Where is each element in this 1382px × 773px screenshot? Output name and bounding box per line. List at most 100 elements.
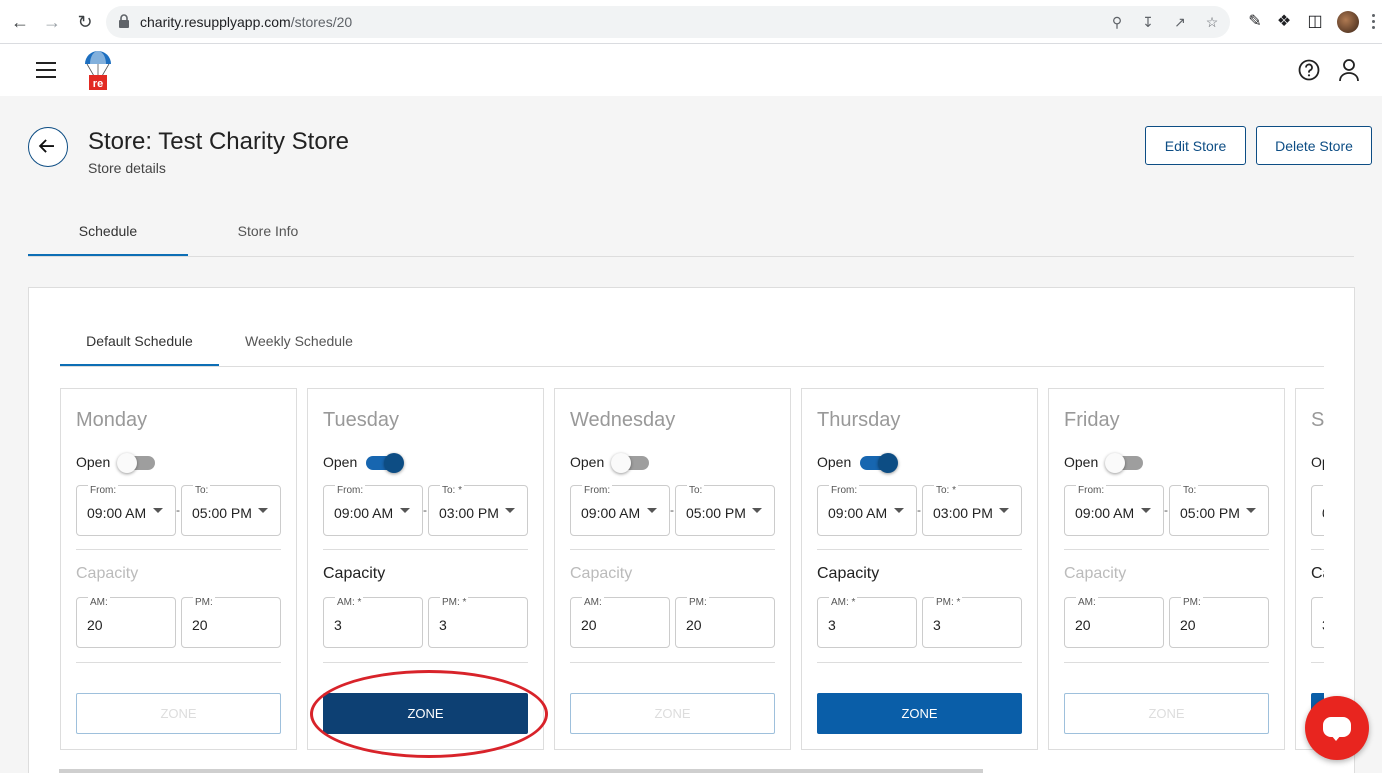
day-card-tuesday: Tuesday Open From: 09:00 AM - To: * 03:0… bbox=[307, 388, 544, 750]
zone-button[interactable]: ZONE bbox=[76, 693, 281, 734]
from-time-select[interactable]: F 0 bbox=[1311, 485, 1324, 536]
capacity-label: Capacity bbox=[817, 565, 880, 582]
pm-label: PM: bbox=[687, 597, 709, 608]
divider bbox=[323, 549, 528, 550]
from-time-select[interactable]: From: 09:00 AM bbox=[323, 485, 423, 536]
key-icon[interactable]: ⚲ bbox=[1108, 13, 1126, 31]
am-capacity-input[interactable]: AM: 20 bbox=[76, 597, 176, 648]
to-time-select[interactable]: To: * 03:00 PM bbox=[922, 485, 1022, 536]
to-label: To: bbox=[687, 485, 705, 496]
edit-store-button[interactable]: Edit Store bbox=[1145, 126, 1246, 165]
open-toggle[interactable] bbox=[1105, 453, 1143, 473]
am-label: AM: bbox=[582, 597, 604, 608]
time-separator: - bbox=[670, 503, 674, 517]
delete-store-button[interactable]: Delete Store bbox=[1256, 126, 1372, 165]
time-separator: - bbox=[917, 503, 921, 517]
horizontal-scrollbar[interactable] bbox=[59, 769, 983, 773]
open-label: Open bbox=[570, 454, 605, 470]
install-icon[interactable]: ↧ bbox=[1139, 13, 1157, 31]
am-capacity-input[interactable]: AM: * 3 bbox=[817, 597, 917, 648]
divider bbox=[76, 549, 281, 550]
chat-button[interactable] bbox=[1305, 696, 1369, 760]
chevron-down-icon bbox=[258, 508, 268, 513]
extension-pen-icon[interactable]: ✎ bbox=[1245, 12, 1265, 32]
back-button[interactable] bbox=[28, 127, 68, 167]
capacity-label: Capacity bbox=[323, 565, 386, 582]
extensions-puzzle-icon[interactable]: ❖ bbox=[1274, 12, 1294, 32]
day-card-friday: Friday Open From: 09:00 AM - To: 05:00 P… bbox=[1048, 388, 1285, 750]
profile-avatar[interactable] bbox=[1337, 11, 1359, 33]
zone-button[interactable]: ZONE bbox=[323, 693, 528, 734]
divider bbox=[1311, 662, 1324, 663]
day-card-monday: Monday Open From: 09:00 AM - To: 05:00 P… bbox=[60, 388, 297, 750]
tab-default-schedule[interactable]: Default Schedule bbox=[60, 320, 219, 366]
pm-capacity-input[interactable]: PM: 20 bbox=[1169, 597, 1269, 648]
open-toggle[interactable] bbox=[117, 453, 155, 473]
user-icon[interactable] bbox=[1338, 58, 1360, 82]
day-name: Sa bbox=[1311, 409, 1324, 431]
zone-button[interactable]: ZONE bbox=[1064, 693, 1269, 734]
am-label: AM: * bbox=[335, 597, 364, 608]
pm-value: 20 bbox=[192, 617, 208, 633]
help-circle-icon[interactable] bbox=[1298, 59, 1320, 81]
divider bbox=[1064, 549, 1269, 550]
to-time-select[interactable]: To: * 03:00 PM bbox=[428, 485, 528, 536]
am-value: 3 bbox=[1322, 617, 1324, 633]
am-capacity-input[interactable]: AM: * 3 bbox=[323, 597, 423, 648]
menu-icon[interactable] bbox=[36, 62, 56, 78]
divider bbox=[323, 662, 528, 663]
from-label: From: bbox=[829, 485, 860, 496]
from-label: From: bbox=[88, 485, 119, 496]
resupply-logo[interactable]: re bbox=[84, 50, 112, 92]
browser-reload-icon[interactable]: ↻ bbox=[75, 12, 95, 32]
from-time-select[interactable]: From: 09:00 AM bbox=[76, 485, 176, 536]
divider bbox=[1311, 549, 1324, 550]
app-header: re bbox=[0, 44, 1382, 96]
pm-capacity-input[interactable]: PM: 20 bbox=[181, 597, 281, 648]
browser-menu-icon[interactable] bbox=[1372, 14, 1376, 30]
day-card-thursday: Thursday Open From: 09:00 AM - To: * 03:… bbox=[801, 388, 1038, 750]
to-time-select[interactable]: To: 05:00 PM bbox=[675, 485, 775, 536]
tab-schedule[interactable]: Schedule bbox=[28, 210, 188, 256]
browser-forward-icon[interactable]: → bbox=[42, 12, 62, 32]
open-toggle[interactable] bbox=[860, 453, 898, 473]
open-label: Open bbox=[76, 454, 111, 470]
tab-store-info[interactable]: Store Info bbox=[188, 210, 348, 256]
pm-capacity-input[interactable]: PM: * 3 bbox=[922, 597, 1022, 648]
am-value: 3 bbox=[828, 617, 836, 633]
open-toggle[interactable] bbox=[366, 453, 404, 473]
from-value: 09:00 AM bbox=[581, 505, 641, 521]
bookmark-star-icon[interactable]: ☆ bbox=[1203, 13, 1221, 31]
side-panel-icon[interactable]: ◫ bbox=[1305, 12, 1325, 32]
chevron-down-icon bbox=[752, 508, 762, 513]
schedule-tabs: Default Schedule Weekly Schedule bbox=[60, 320, 1324, 367]
tab-weekly-schedule[interactable]: Weekly Schedule bbox=[219, 320, 379, 366]
address-bar[interactable]: charity.resupplyapp.com/stores/20 ⚲ ↧ ↗ … bbox=[106, 6, 1230, 38]
from-time-select[interactable]: From: 09:00 AM bbox=[570, 485, 670, 536]
from-value: 09:00 AM bbox=[87, 505, 147, 521]
pm-value: 3 bbox=[439, 617, 447, 633]
to-time-select[interactable]: To: 05:00 PM bbox=[181, 485, 281, 536]
open-toggle[interactable] bbox=[611, 453, 649, 473]
browser-back-icon[interactable]: ← bbox=[10, 12, 30, 32]
am-capacity-input[interactable]: AM: 20 bbox=[1064, 597, 1164, 648]
day-card-saturday: Sa Op F 0 Ca A 3 bbox=[1295, 388, 1324, 750]
day-card-wednesday: Wednesday Open From: 09:00 AM - To: 05:0… bbox=[554, 388, 791, 750]
pm-capacity-input[interactable]: PM: 20 bbox=[675, 597, 775, 648]
to-time-select[interactable]: To: 05:00 PM bbox=[1169, 485, 1269, 536]
am-capacity-input[interactable]: AM: 20 bbox=[570, 597, 670, 648]
share-icon[interactable]: ↗ bbox=[1171, 13, 1189, 31]
zone-button[interactable]: ZONE bbox=[570, 693, 775, 734]
capacity-label: Capacity bbox=[570, 565, 633, 582]
from-label: From: bbox=[1076, 485, 1107, 496]
pm-label: PM: * bbox=[934, 597, 963, 608]
from-time-select[interactable]: From: 09:00 AM bbox=[817, 485, 917, 536]
capacity-label: Ca bbox=[1311, 565, 1324, 582]
pm-capacity-input[interactable]: PM: * 3 bbox=[428, 597, 528, 648]
open-label: Open bbox=[323, 454, 358, 470]
am-capacity-input[interactable]: A 3 bbox=[1311, 597, 1324, 648]
to-label: To: bbox=[1181, 485, 1199, 496]
chevron-down-icon bbox=[1141, 508, 1151, 513]
from-time-select[interactable]: From: 09:00 AM bbox=[1064, 485, 1164, 536]
zone-button[interactable]: ZONE bbox=[817, 693, 1022, 734]
